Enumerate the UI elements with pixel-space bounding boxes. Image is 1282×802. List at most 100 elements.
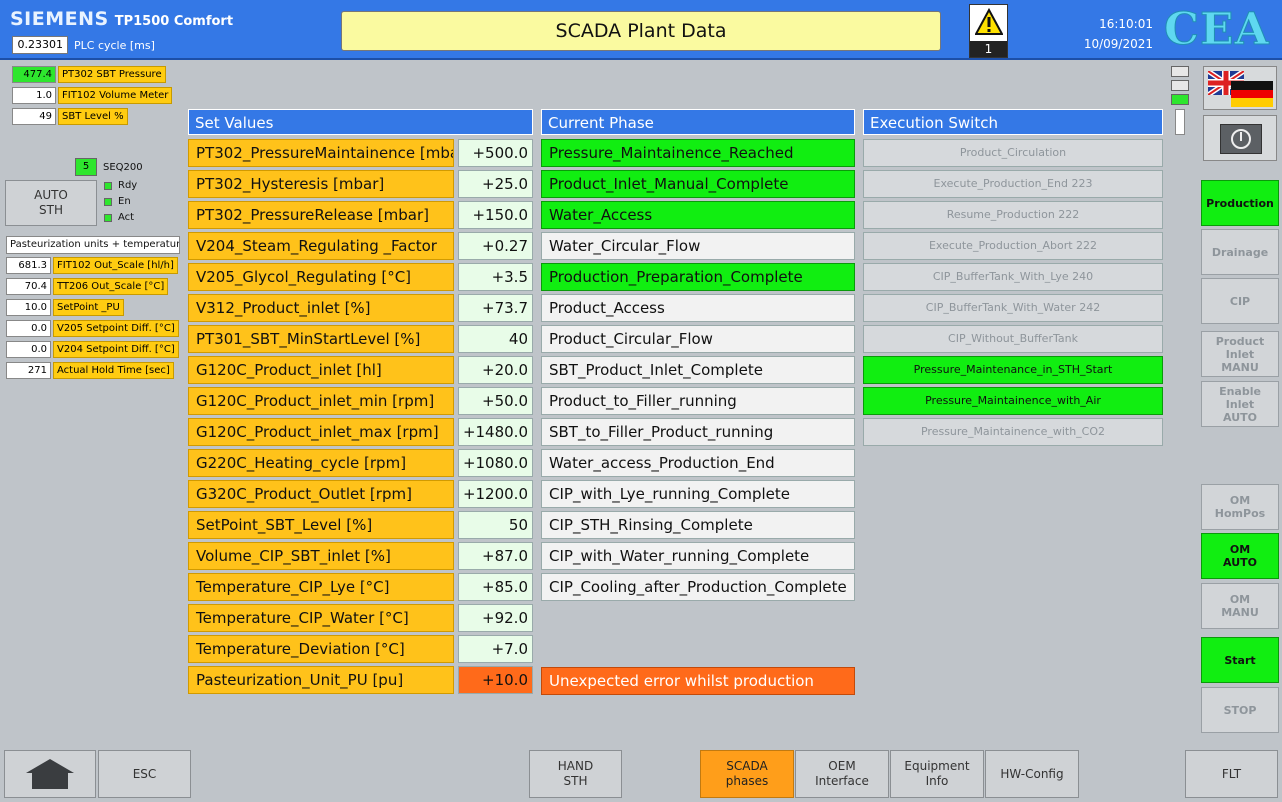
- set-value-input[interactable]: +25.0: [458, 170, 533, 198]
- enable-inlet-auto-label: Enable Inlet AUTO: [1219, 384, 1261, 424]
- enable-inlet-auto-button[interactable]: Enable Inlet AUTO: [1201, 381, 1279, 427]
- scroll-thumb[interactable]: [1175, 109, 1185, 135]
- set-value-name: SetPoint_SBT_Level [%]: [188, 511, 454, 539]
- readout-label: FIT102 Volume Meter: [58, 87, 173, 104]
- clock-time: 16:10:01: [1099, 17, 1153, 31]
- execution-switch-button[interactable]: Pressure_Maintainence_with_CO2: [863, 418, 1163, 446]
- led-label: Act: [118, 212, 135, 223]
- set-value-name: V204_Steam_Regulating _Factor: [188, 232, 454, 260]
- cea-logo: CEA: [1164, 4, 1270, 56]
- pasteurization-row: 681.3 FIT102 Out_Scale [hl/h]: [6, 257, 178, 274]
- stop-button[interactable]: STOP: [1201, 687, 1279, 733]
- alarm-indicator[interactable]: 1: [969, 4, 1008, 58]
- set-value-name: G320C_Product_Outlet [rpm]: [188, 480, 454, 508]
- hand-sth-label: HAND STH: [557, 759, 594, 788]
- hw-config-button[interactable]: HW-Config: [985, 750, 1079, 798]
- execution-switch-button[interactable]: Execute_Production_End 223: [863, 170, 1163, 198]
- phase-item: CIP_STH_Rinsing_Complete: [541, 511, 855, 539]
- pasteurization-header: Pasteurization units + temperature: [6, 236, 180, 254]
- set-value-row: G220C_Heating_cycle [rpm] +1080.0: [188, 449, 533, 477]
- production-button[interactable]: Production: [1201, 180, 1279, 226]
- scada-phases-button[interactable]: SCADA phases: [700, 750, 794, 798]
- cip-button[interactable]: CIP: [1201, 278, 1279, 324]
- home-button[interactable]: [4, 750, 96, 798]
- auto-sth-button[interactable]: AUTO STH: [5, 180, 97, 226]
- esc-button[interactable]: ESC: [98, 750, 191, 798]
- om-auto-button[interactable]: OM AUTO: [1201, 533, 1279, 579]
- phase-item: Water_access_Production_End: [541, 449, 855, 477]
- pasteurization-label: FIT102 Out_Scale [hl/h]: [53, 257, 178, 274]
- readout-row: 49 SBT Level %: [12, 108, 128, 125]
- set-value-input[interactable]: +85.0: [458, 573, 533, 601]
- set-value-input[interactable]: +87.0: [458, 542, 533, 570]
- execution-switch-button[interactable]: Resume_Production 222: [863, 201, 1163, 229]
- seq-indicator: 5 SEQ200: [75, 158, 143, 176]
- led-icon: [104, 213, 112, 222]
- set-value-input[interactable]: +150.0: [458, 201, 533, 229]
- set-value-name: PT302_PressureMaintainence [mbar]: [188, 139, 454, 167]
- execution-switch-button[interactable]: CIP_Without_BufferTank: [863, 325, 1163, 353]
- set-value-input[interactable]: 40: [458, 325, 533, 353]
- set-value-input[interactable]: +0.27: [458, 232, 533, 260]
- oem-interface-button[interactable]: OEM Interface: [795, 750, 889, 798]
- pasteurization-row: 0.0 V204 Setpoint Diff. [°C]: [6, 341, 179, 358]
- phase-item: Water_Access: [541, 201, 855, 229]
- plc-cycle: 0.23301 PLC cycle [ms]: [12, 36, 155, 54]
- set-value-input[interactable]: +50.0: [458, 387, 533, 415]
- execution-switch-button[interactable]: Product_Circulation: [863, 139, 1163, 167]
- seq-label: SEQ200: [103, 161, 143, 173]
- device-brand: SIEMENS TP1500 Comfort: [10, 8, 233, 30]
- execution-switch-button[interactable]: Pressure_Maintenance_in_STH_Start: [863, 356, 1163, 384]
- equipment-info-button[interactable]: Equipment Info: [890, 750, 984, 798]
- product-inlet-manu-button[interactable]: Product Inlet MANU: [1201, 331, 1279, 377]
- led-label: Rdy: [118, 180, 138, 191]
- readout-value: 49: [12, 108, 56, 125]
- phase-item: Product_Circular_Flow: [541, 325, 855, 353]
- hand-sth-button[interactable]: HAND STH: [529, 750, 622, 798]
- current-phase-header: Current Phase: [541, 109, 855, 135]
- execution-switch-button[interactable]: Pressure_Maintainence_with_Air: [863, 387, 1163, 415]
- phase-item: Pressure_Maintainence_Reached: [541, 139, 855, 167]
- set-value-input[interactable]: 50: [458, 511, 533, 539]
- set-value-input[interactable]: +20.0: [458, 356, 533, 384]
- set-value-input[interactable]: +1480.0: [458, 418, 533, 446]
- set-value-input[interactable]: +500.0: [458, 139, 533, 167]
- readout-value: 1.0: [12, 87, 56, 104]
- set-value-name: Temperature_CIP_Lye [°C]: [188, 573, 454, 601]
- om-hompos-button[interactable]: OM HomPos: [1201, 484, 1279, 530]
- led-icon: [104, 197, 112, 206]
- set-value-input[interactable]: +73.7: [458, 294, 533, 322]
- set-value-row: V204_Steam_Regulating _Factor +0.27: [188, 232, 533, 260]
- set-value-input[interactable]: +1080.0: [458, 449, 533, 477]
- page-title: SCADA Plant Data: [341, 11, 941, 51]
- start-label: Start: [1224, 653, 1256, 667]
- set-value-name: PT302_PressureRelease [mbar]: [188, 201, 454, 229]
- flt-button[interactable]: FLT: [1185, 750, 1278, 798]
- seq-value: 5: [75, 158, 97, 176]
- om-auto-label: OM AUTO: [1223, 543, 1257, 569]
- set-value-name: PT301_SBT_MinStartLevel [%]: [188, 325, 454, 353]
- status-led-en: En: [104, 196, 131, 207]
- pasteurization-value: 681.3: [6, 257, 51, 274]
- led-label: En: [118, 196, 131, 207]
- home-icon: [26, 759, 74, 789]
- execution-switch-button[interactable]: CIP_BufferTank_With_Water 242: [863, 294, 1163, 322]
- execution-switch-button[interactable]: CIP_BufferTank_With_Lye 240: [863, 263, 1163, 291]
- execution-switch-button[interactable]: Execute_Production_Abort 222: [863, 232, 1163, 260]
- phase-item: Water_Circular_Flow: [541, 232, 855, 260]
- set-value-input[interactable]: +3.5: [458, 263, 533, 291]
- set-value-row: V312_Product_inlet [%] +73.7: [188, 294, 533, 322]
- om-manu-button[interactable]: OM MANU: [1201, 583, 1279, 629]
- set-value-input[interactable]: +10.0: [458, 666, 533, 694]
- language-flag-button[interactable]: [1203, 66, 1277, 110]
- power-button[interactable]: [1203, 115, 1277, 161]
- plc-cycle-value: 0.23301: [12, 36, 68, 54]
- drainage-button[interactable]: Drainage: [1201, 229, 1279, 275]
- set-value-input[interactable]: +7.0: [458, 635, 533, 663]
- pasteurization-label: V204 Setpoint Diff. [°C]: [53, 341, 179, 358]
- phase-item: CIP_Cooling_after_Production_Complete: [541, 573, 855, 601]
- set-value-input[interactable]: +1200.0: [458, 480, 533, 508]
- set-value-input[interactable]: +92.0: [458, 604, 533, 632]
- equipment-info-label: Equipment Info: [904, 759, 970, 788]
- start-button[interactable]: Start: [1201, 637, 1279, 683]
